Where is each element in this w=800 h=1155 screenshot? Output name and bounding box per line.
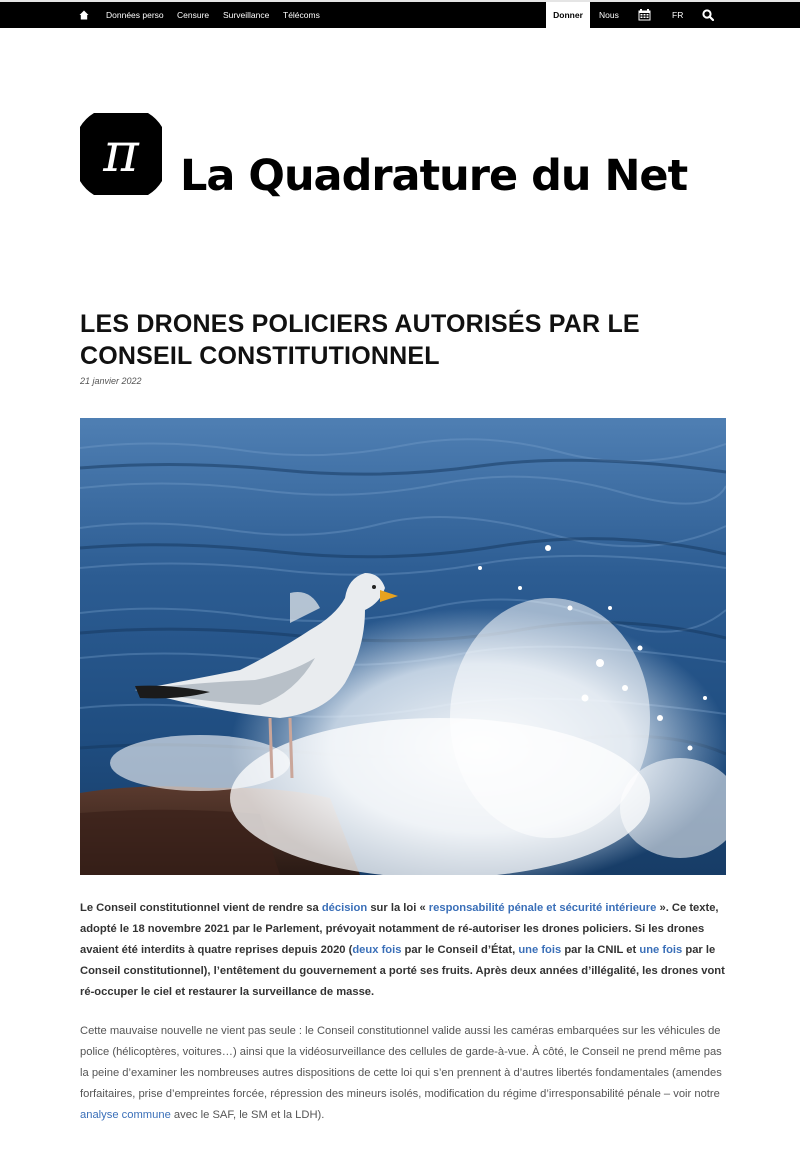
nav-item-nous[interactable]: Nous xyxy=(599,2,619,28)
search-icon[interactable] xyxy=(702,9,714,21)
text-run: sur la loi « xyxy=(367,902,429,914)
nav-item-donnees-perso[interactable]: Données perso xyxy=(106,2,164,28)
article-date: 21 janvier 2022 xyxy=(80,376,142,386)
hero-image xyxy=(80,418,726,875)
link-une-fois-cnil[interactable]: une fois xyxy=(518,944,561,956)
language-selector[interactable]: FR xyxy=(672,2,683,28)
link-analyse-commune[interactable]: analyse commune xyxy=(80,1109,171,1121)
article-body-paragraph: Cette mauvaise nouvelle ne vient pas seu… xyxy=(80,1021,726,1126)
site-logo-icon[interactable]: π xyxy=(80,113,162,195)
text-run: avec le SAF, le SM et la LDH). xyxy=(170,1109,325,1121)
link-une-fois-conseil[interactable]: une fois xyxy=(639,944,682,956)
article-title: LES DRONES POLICIERS AUTORISÉS PAR LE CO… xyxy=(80,310,640,370)
text-run: par la CNIL et xyxy=(561,944,640,956)
donate-button[interactable]: Donner xyxy=(546,2,590,28)
text-run: Le Conseil constitutionnel vient de rend… xyxy=(80,902,322,914)
text-run: par le Conseil d’État, xyxy=(401,944,519,956)
calendar-icon[interactable] xyxy=(638,9,651,21)
nav-item-telecoms[interactable]: Télécoms xyxy=(283,2,320,28)
site-name[interactable]: La Quadrature du Net xyxy=(180,146,688,206)
nav-item-censure[interactable]: Censure xyxy=(177,2,209,28)
link-deux-fois[interactable]: deux fois xyxy=(352,944,401,956)
logo-glyph: π xyxy=(102,121,140,184)
link-decision[interactable]: décision xyxy=(322,902,367,914)
link-law[interactable]: responsabilité pénale et sécurité intéri… xyxy=(429,902,657,914)
article-intro: Le Conseil constitutionnel vient de rend… xyxy=(80,898,726,1003)
home-icon[interactable] xyxy=(79,10,89,20)
text-run: Cette mauvaise nouvelle ne vient pas seu… xyxy=(80,1025,722,1100)
top-nav: Données perso Censure Surveillance Téléc… xyxy=(0,0,800,28)
nav-item-surveillance[interactable]: Surveillance xyxy=(223,2,269,28)
